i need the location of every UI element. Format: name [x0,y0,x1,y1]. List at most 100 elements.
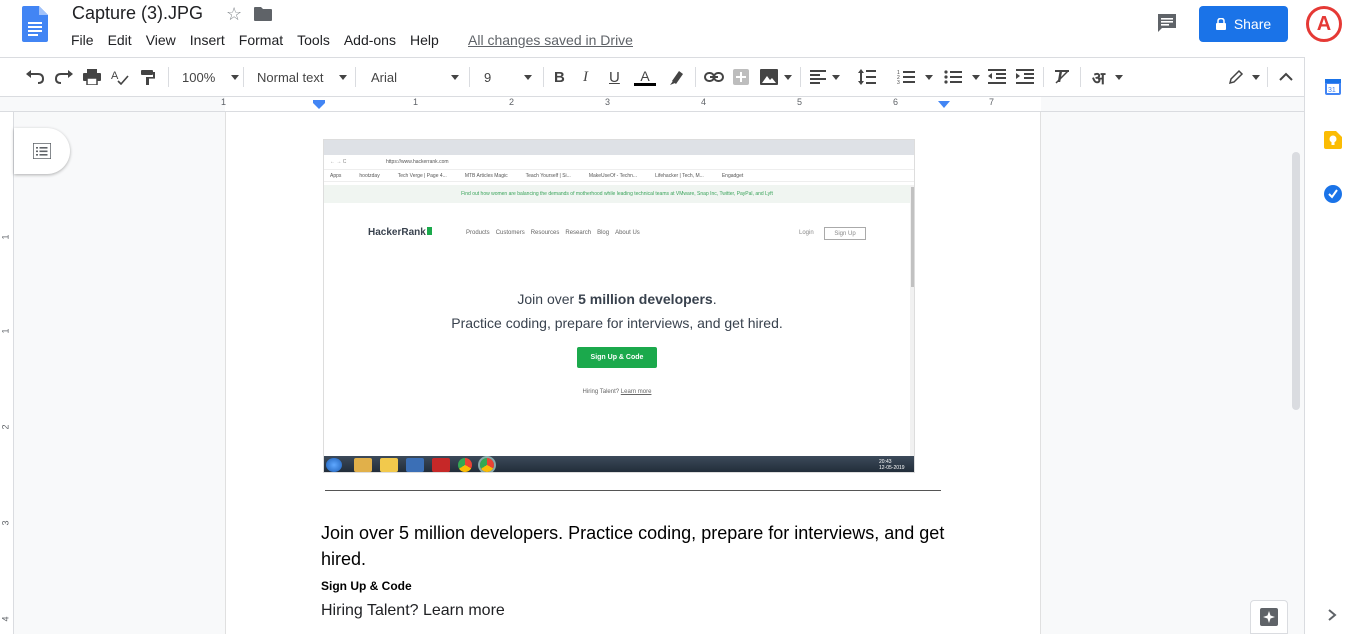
numbered-list-icon[interactable]: 123 [897,58,933,96]
ruler-track [225,97,1041,111]
decrease-indent-icon[interactable] [988,58,1006,96]
google-docs-icon[interactable] [22,6,48,42]
svg-text:A: A [111,70,119,82]
highlight-color-icon[interactable] [669,58,685,96]
paragraph-style-select[interactable]: Normal text [257,58,348,96]
link-icon[interactable] [704,58,724,96]
ruler-label: 4 [0,616,11,622]
vertical-ruler[interactable]: 1 1 2 3 4 [0,112,14,634]
document-paragraph[interactable]: Hiring Talent? Learn more [321,602,505,620]
browser-url: https://www.hackerrank.com [386,159,449,165]
menu-edit[interactable]: Edit [101,31,139,49]
ruler-label: 7 [989,97,995,107]
hackerrank-logo: HackerRank [368,227,432,238]
italic-icon[interactable]: I [583,58,588,96]
site-headline: Join over 5 million developers. [517,291,717,307]
site-signup: Sign Up [824,227,866,240]
tasks-icon[interactable] [1324,185,1342,203]
zoom-select[interactable]: 100% [182,58,240,96]
bookmark-item: hootzday [359,172,380,179]
paint-format-icon[interactable] [140,58,156,96]
taskbar-clock: 20:43 12-05-2019 [879,459,905,471]
windows-taskbar: 20:43 12-05-2019 [324,456,914,472]
bookmark-item: Apps [330,172,342,179]
underline-icon[interactable]: U [609,58,620,96]
bulleted-list-icon[interactable] [944,58,980,96]
line-spacing-icon[interactable] [858,58,876,96]
clear-formatting-icon[interactable] [1054,58,1070,96]
document-heading[interactable]: Join over 5 million developers. Practice… [321,520,961,572]
calendar-icon[interactable]: 31 [1325,77,1341,95]
horizontal-line [325,490,941,491]
chevron-right-icon[interactable] [1327,609,1337,621]
document-outline-button[interactable] [14,128,70,174]
bookmark-item: Teach Yourself | Si... [525,172,571,179]
chevron-down-icon [784,74,792,80]
horizontal-ruler[interactable]: 1 1 2 3 4 5 6 7 [0,97,1304,112]
editing-mode-icon[interactable] [1228,58,1260,96]
zoom-value: 100% [182,69,216,85]
formatting-toolbar: A 100% Normal text Arial 9 B I U A 1 2 3… [0,57,1304,97]
insert-comment-icon[interactable] [733,58,749,96]
site-nav-item: Blog [597,230,610,236]
input-tools-button[interactable]: अ [1092,58,1123,96]
print-icon[interactable] [83,58,101,96]
folder-icon[interactable] [254,7,272,21]
site-nav-item: Products [466,230,490,236]
chevron-down-icon [524,74,532,80]
left-indent-marker[interactable] [313,100,325,109]
share-button[interactable]: Share [1199,6,1288,42]
svg-text:31: 31 [1328,87,1336,94]
site-subheadline: Practice coding, prepare for interviews,… [451,315,783,331]
font-select[interactable]: Arial [371,58,459,96]
toolbar-divider [1043,67,1044,87]
right-indent-marker[interactable] [938,100,950,109]
ruler-label: 1 [413,97,419,107]
taskbar-app-icon [380,458,398,472]
menu-help[interactable]: Help [403,31,446,49]
chevron-down-icon [1252,74,1260,80]
embedded-screenshot-image[interactable]: ← → C https://www.hackerrank.com Apps ho… [323,139,915,473]
increase-indent-icon[interactable] [1016,58,1034,96]
toolbar-divider [543,67,544,87]
account-avatar[interactable]: A [1306,6,1342,42]
browser-address-bar: ← → C https://www.hackerrank.com [324,155,914,170]
site-login: Login [799,230,814,236]
star-icon[interactable]: ☆ [226,4,242,25]
undo-icon[interactable] [26,58,44,96]
menu-insert[interactable]: Insert [183,31,232,49]
document-scrollbar[interactable] [1292,152,1300,410]
top-bar: Capture (3).JPG ☆ File Edit View Insert … [0,0,1358,57]
collapse-toolbar-icon[interactable] [1279,58,1293,96]
spellcheck-icon[interactable]: A [111,58,129,96]
saved-status-link[interactable]: All changes saved in Drive [468,32,633,48]
redo-icon[interactable] [55,58,73,96]
site-nav: Products Customers Resources Research Bl… [466,230,640,236]
chevron-down-icon [451,74,459,80]
menu-file[interactable]: File [64,31,101,49]
chrome-icon [458,458,472,472]
toolbar-divider [695,67,696,87]
insert-image-icon[interactable] [760,58,792,96]
text-color-icon[interactable]: A [634,58,656,96]
document-bold-line[interactable]: Sign Up & Code [321,579,412,593]
explore-button[interactable] [1250,600,1288,634]
outline-list-icon [33,143,51,159]
ruler-label: 1 [0,234,11,240]
menu-format[interactable]: Format [232,31,290,49]
bold-icon[interactable]: B [554,58,565,96]
font-size-select[interactable]: 9 [484,58,532,96]
side-panel: 31 [1304,57,1358,634]
comment-icon[interactable] [1156,12,1178,34]
avatar-letter: A [1316,12,1332,35]
keep-icon[interactable] [1324,131,1342,149]
lock-icon [1215,18,1226,30]
menu-add-ons[interactable]: Add-ons [337,31,403,49]
menu-view[interactable]: View [139,31,183,49]
explore-icon [1260,608,1278,626]
align-left-icon[interactable] [810,58,840,96]
input-tool-glyph: अ [1092,68,1105,88]
menu-tools[interactable]: Tools [290,31,337,49]
document-title[interactable]: Capture (3).JPG [72,3,203,24]
ruler-label: 5 [797,97,803,107]
